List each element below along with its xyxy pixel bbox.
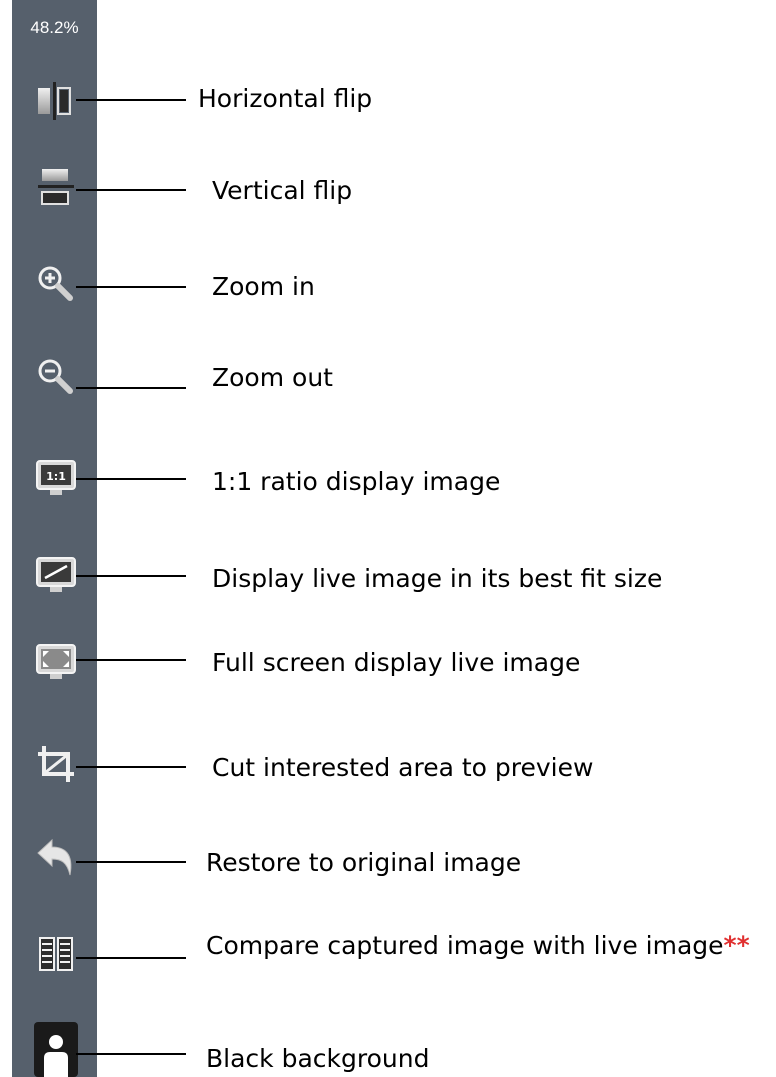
caption-crop: Cut interested area to preview — [212, 753, 594, 782]
connector-line — [76, 575, 186, 577]
crop-icon — [38, 746, 74, 782]
zoom-in-button[interactable] — [34, 262, 78, 306]
connector-line — [76, 387, 186, 389]
caption-compare-text: Compare captured image with live image — [206, 931, 724, 960]
connector-line — [76, 286, 186, 288]
ratio-1-1-button[interactable]: 1:1 — [34, 456, 78, 500]
horizontal-flip-icon — [38, 82, 71, 120]
undo-arrow-icon — [37, 838, 72, 876]
zoom-out-icon — [38, 359, 73, 394]
horizontal-flip-button[interactable] — [34, 78, 78, 122]
caption-horizontal-flip: Horizontal flip — [198, 84, 373, 113]
ratio-icon-label: 1:1 — [46, 470, 66, 483]
connector-line — [76, 861, 186, 863]
caption-ratio-1-1: 1:1 ratio display image — [212, 467, 501, 496]
connector-line — [76, 478, 186, 480]
compare-button[interactable] — [34, 932, 78, 976]
zoom-in-icon — [38, 266, 73, 301]
caption-zoom-in: Zoom in — [212, 272, 315, 301]
connector-line — [76, 99, 186, 101]
black-background-icon — [34, 1022, 78, 1077]
connector-line — [76, 659, 186, 661]
best-fit-icon — [36, 557, 76, 592]
zoom-level-readout: 48.2% — [30, 18, 79, 37]
zoom-out-button[interactable] — [34, 355, 78, 399]
caption-zoom-out: Zoom out — [212, 363, 333, 392]
caption-vertical-flip: Vertical flip — [212, 176, 353, 205]
restore-button[interactable] — [34, 835, 78, 879]
footnote-marker: ** — [723, 931, 750, 960]
full-screen-icon — [36, 644, 76, 679]
caption-restore: Restore to original image — [206, 848, 522, 877]
full-screen-button[interactable] — [34, 640, 78, 684]
crop-button[interactable] — [34, 742, 78, 786]
best-fit-button[interactable] — [34, 553, 78, 597]
connector-line — [76, 957, 186, 959]
connector-line — [76, 1053, 186, 1055]
caption-compare: Compare captured image with live image** — [206, 933, 750, 958]
vertical-flip-icon — [38, 169, 74, 205]
black-background-button[interactable] — [34, 1022, 78, 1077]
caption-best-fit: Display live image in its best fit size — [212, 564, 663, 593]
image-toolbar: 48.2% 1:1 — [12, 0, 97, 1077]
connector-line — [76, 189, 186, 191]
compare-icon — [39, 937, 73, 971]
caption-full-screen: Full screen display live image — [212, 648, 581, 677]
ratio-1-1-icon: 1:1 — [36, 460, 76, 495]
vertical-flip-button[interactable] — [34, 165, 78, 209]
connector-line — [76, 766, 186, 768]
caption-black-background: Black background — [206, 1044, 430, 1073]
